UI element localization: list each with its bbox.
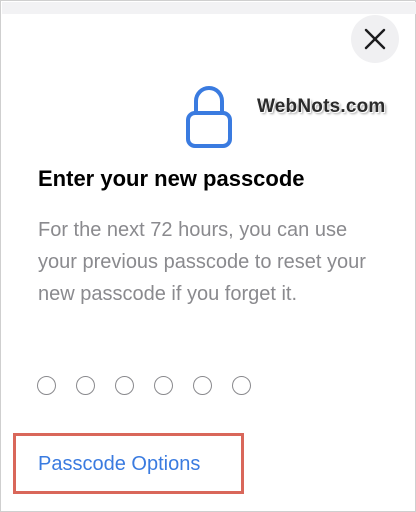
passcode-dot bbox=[232, 376, 251, 395]
passcode-dots[interactable] bbox=[37, 376, 251, 395]
passcode-dialog: WebNots.com Enter your new passcode For … bbox=[0, 0, 416, 512]
dialog-description: For the next 72 hours, you can use your … bbox=[38, 219, 366, 305]
passcode-dot bbox=[115, 376, 134, 395]
dialog-top-strip bbox=[2, 2, 416, 14]
passcode-dot bbox=[76, 376, 95, 395]
close-icon bbox=[364, 28, 386, 50]
dialog-title: Enter your new passcode bbox=[38, 166, 305, 191]
passcode-dot bbox=[37, 376, 56, 395]
passcode-options-link[interactable]: Passcode Options bbox=[38, 453, 200, 476]
passcode-dot bbox=[193, 376, 212, 395]
lock-icon bbox=[186, 86, 232, 148]
watermark-logo: WebNots.com bbox=[257, 96, 386, 117]
passcode-dot bbox=[154, 376, 173, 395]
close-button[interactable] bbox=[351, 15, 399, 63]
